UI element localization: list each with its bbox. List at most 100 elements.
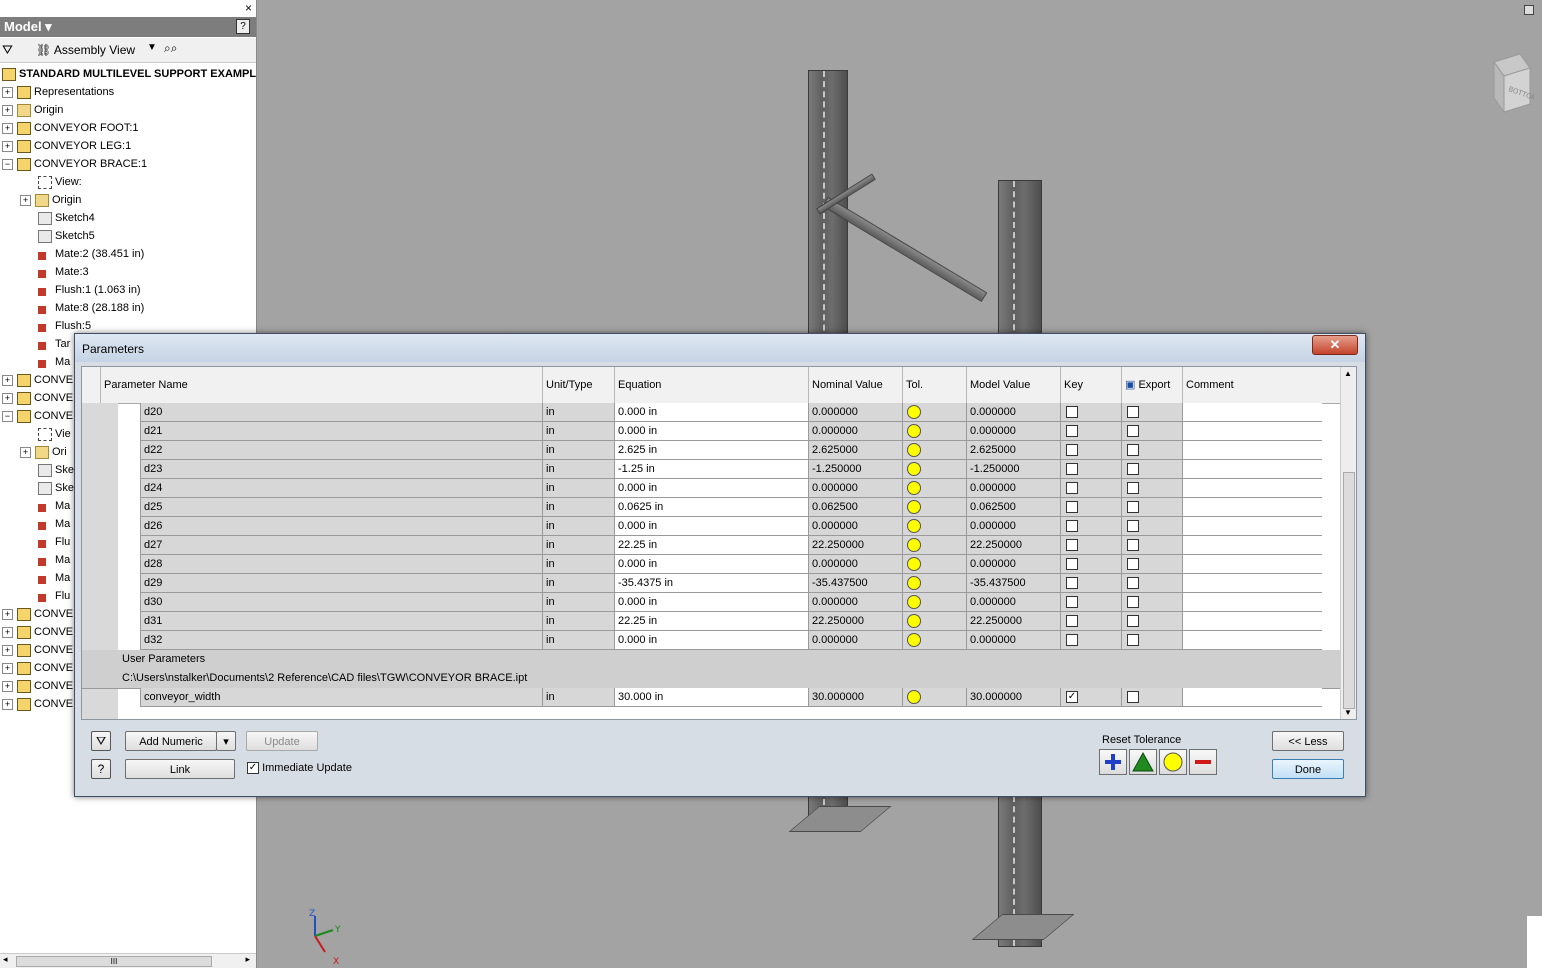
parameter-row[interactable]: d23 in -1.25 in -1.250000 -1.250000 bbox=[82, 460, 1340, 479]
tree-item[interactable]: + Representations bbox=[2, 83, 114, 101]
export-checkbox[interactable] bbox=[1127, 406, 1139, 419]
param-tolerance[interactable] bbox=[902, 517, 966, 536]
tree-item[interactable]: + CONVE bbox=[2, 605, 73, 623]
tree-item[interactable]: + CONVE bbox=[2, 677, 73, 695]
param-export[interactable] bbox=[1121, 403, 1182, 422]
tolerance-circle-icon[interactable] bbox=[907, 538, 921, 553]
param-comment[interactable] bbox=[1182, 441, 1322, 460]
tree-item[interactable]: + CONVE bbox=[2, 641, 73, 659]
export-checkbox[interactable] bbox=[1127, 539, 1139, 552]
param-export[interactable] bbox=[1121, 574, 1182, 593]
tree-item[interactable]: − CONVEYOR BRACE:1 bbox=[2, 155, 147, 173]
param-equation[interactable]: -1.25 in bbox=[614, 460, 808, 479]
param-comment[interactable] bbox=[1182, 460, 1322, 479]
export-checkbox[interactable] bbox=[1127, 691, 1139, 704]
param-key[interactable] bbox=[1060, 422, 1121, 441]
param-unit[interactable]: in bbox=[542, 631, 614, 650]
param-equation[interactable]: 30.000 in bbox=[614, 688, 808, 707]
parameter-row[interactable]: d20 in 0.000 in 0.000000 0.000000 bbox=[82, 403, 1340, 422]
param-tolerance[interactable] bbox=[902, 593, 966, 612]
param-tolerance[interactable] bbox=[902, 403, 966, 422]
expand-toggle-icon[interactable]: − bbox=[2, 158, 13, 170]
parameter-row[interactable]: d32 in 0.000 in 0.000000 0.000000 bbox=[82, 631, 1340, 650]
expand-toggle-icon[interactable]: + bbox=[2, 122, 13, 134]
col-unit-type[interactable]: Unit/Type bbox=[542, 367, 614, 403]
expand-toggle-icon[interactable]: + bbox=[2, 392, 13, 404]
expand-toggle-icon[interactable]: − bbox=[2, 410, 13, 422]
tree-child-item[interactable]: Ma bbox=[38, 353, 70, 371]
tree-item[interactable]: + CONVE bbox=[2, 371, 73, 389]
param-tolerance[interactable] bbox=[902, 574, 966, 593]
help-icon[interactable]: ? bbox=[236, 19, 250, 34]
tree-child-item[interactable]: Ske bbox=[38, 479, 74, 497]
param-equation[interactable]: 0.000 in bbox=[614, 517, 808, 536]
export-checkbox[interactable] bbox=[1127, 558, 1139, 571]
tolerance-circle-icon[interactable] bbox=[907, 500, 921, 515]
tree-child-item[interactable]: + Ori bbox=[20, 443, 67, 461]
expand-toggle-icon[interactable]: + bbox=[20, 194, 31, 206]
col-export[interactable]: ▣ Export bbox=[1121, 367, 1182, 403]
tolerance-circle-icon[interactable] bbox=[907, 481, 921, 496]
param-key[interactable] bbox=[1060, 403, 1121, 422]
param-tolerance[interactable] bbox=[902, 688, 966, 707]
col-comment[interactable]: Comment bbox=[1182, 367, 1322, 403]
param-comment[interactable] bbox=[1182, 422, 1322, 441]
tree-child-item[interactable]: Mate:3 bbox=[38, 263, 89, 281]
user-parameters-group-row[interactable]: User Parameters bbox=[82, 650, 1340, 670]
export-checkbox[interactable] bbox=[1127, 463, 1139, 476]
expand-toggle-icon[interactable]: + bbox=[2, 662, 13, 674]
param-key[interactable] bbox=[1060, 498, 1121, 517]
tree-child-item[interactable]: Flush:1 (1.063 in) bbox=[38, 281, 141, 299]
parameter-row[interactable]: d28 in 0.000 in 0.000000 0.000000 bbox=[82, 555, 1340, 574]
tree-item[interactable]: + CONVE bbox=[2, 389, 73, 407]
param-tolerance[interactable] bbox=[902, 555, 966, 574]
scroll-right-arrow-icon[interactable]: ▸ bbox=[245, 954, 250, 965]
tree-child-item[interactable]: Sketch5 bbox=[38, 227, 95, 245]
update-button[interactable]: Update bbox=[246, 731, 318, 751]
expand-toggle-icon[interactable]: + bbox=[2, 374, 13, 386]
filter-button[interactable]: ⛛ bbox=[91, 731, 111, 751]
tolerance-circle-icon[interactable] bbox=[907, 557, 921, 572]
param-comment[interactable] bbox=[1182, 612, 1322, 631]
key-checkbox[interactable] bbox=[1066, 501, 1078, 514]
param-unit[interactable]: in bbox=[542, 517, 614, 536]
param-tolerance[interactable] bbox=[902, 479, 966, 498]
param-unit[interactable]: in bbox=[542, 688, 614, 707]
key-checkbox[interactable] bbox=[1066, 577, 1078, 590]
param-key[interactable] bbox=[1060, 593, 1121, 612]
param-comment[interactable] bbox=[1182, 403, 1322, 422]
key-checkbox[interactable] bbox=[1066, 482, 1078, 495]
tolerance-circle-icon[interactable] bbox=[907, 690, 921, 705]
tree-child-item[interactable]: View: bbox=[38, 173, 82, 191]
tree-child-item[interactable]: Vie bbox=[38, 425, 71, 443]
export-checkbox[interactable] bbox=[1127, 482, 1139, 495]
key-checkbox[interactable] bbox=[1066, 520, 1078, 533]
key-checkbox[interactable] bbox=[1066, 615, 1078, 628]
expand-toggle-icon[interactable]: + bbox=[2, 104, 13, 116]
param-unit[interactable]: in bbox=[542, 441, 614, 460]
tolerance-circle-icon[interactable] bbox=[907, 462, 921, 477]
param-unit[interactable]: in bbox=[542, 612, 614, 631]
parameter-row[interactable]: d21 in 0.000 in 0.000000 0.000000 bbox=[82, 422, 1340, 441]
tree-item[interactable]: + CONVE bbox=[2, 623, 73, 641]
tolerance-circle-icon[interactable] bbox=[907, 405, 921, 420]
parameter-row[interactable]: conveyor_width in 30.000 in 30.000000 30.000… bbox=[82, 688, 1340, 707]
tree-item[interactable]: + CONVEYOR FOOT:1 bbox=[2, 119, 139, 137]
tree-child-item[interactable]: Ma bbox=[38, 569, 70, 587]
expand-toggle-icon[interactable]: + bbox=[20, 446, 31, 458]
tree-child-item[interactable]: Ske bbox=[38, 461, 74, 479]
export-checkbox[interactable] bbox=[1127, 520, 1139, 533]
parameter-row[interactable]: d30 in 0.000 in 0.000000 0.000000 bbox=[82, 593, 1340, 612]
tree-item[interactable]: + CONVEYOR LEG:1 bbox=[2, 137, 131, 155]
viewport-restore-icon[interactable] bbox=[1524, 5, 1534, 15]
param-comment[interactable] bbox=[1182, 574, 1322, 593]
param-unit[interactable]: in bbox=[542, 460, 614, 479]
expand-toggle-icon[interactable]: + bbox=[2, 680, 13, 692]
key-checkbox[interactable] bbox=[1066, 444, 1078, 457]
export-checkbox[interactable] bbox=[1127, 634, 1139, 647]
tree-item[interactable]: − CONVE bbox=[2, 407, 73, 425]
immediate-update-checkbox[interactable]: ✓ Immediate Update bbox=[245, 761, 352, 775]
tolerance-circle-icon[interactable] bbox=[907, 614, 921, 629]
key-checkbox[interactable] bbox=[1066, 558, 1078, 571]
dialog-close-button[interactable]: ✕ bbox=[1312, 335, 1358, 355]
